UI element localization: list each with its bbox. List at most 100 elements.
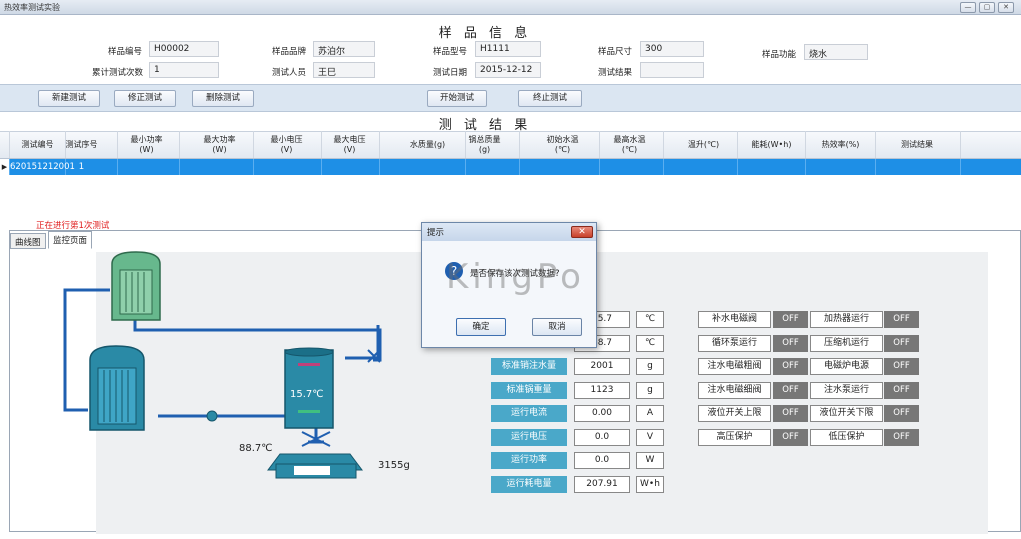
row-pointer-icon: ▶	[0, 159, 10, 175]
column-header[interactable]: 最大电压 (V)	[320, 131, 380, 158]
row-selector-header	[0, 131, 10, 158]
table-cell	[874, 159, 961, 175]
reading-label: 运行功率	[491, 452, 567, 469]
switch-label: 注水电磁细阀	[698, 381, 771, 399]
dialog-ok-button[interactable]: 确定	[456, 318, 506, 336]
tester-field[interactable]: 王巳	[313, 62, 375, 78]
table-cell	[320, 159, 380, 175]
dialog-close-button[interactable]: ✕	[571, 226, 593, 238]
edit-test-button[interactable]: 修正测试	[114, 90, 176, 107]
sample-brand-label: 样品品牌	[272, 47, 307, 57]
table-cell	[738, 159, 806, 175]
water-tank-icon	[89, 345, 145, 431]
column-header[interactable]: 锅总质量 (g)	[450, 131, 520, 158]
reading-label: 标准锅重量	[491, 381, 567, 399]
switch-label: 循环泵运行	[698, 334, 771, 352]
reading-label: 运行电流	[491, 405, 567, 422]
column-header[interactable]: 最高水温 (℃)	[596, 131, 664, 158]
table-cell	[806, 159, 876, 175]
start-test-button[interactable]: 开始测试	[427, 90, 487, 107]
status-badge: OFF	[884, 311, 919, 328]
tester-label: 测试人员	[272, 68, 307, 78]
table-cell	[450, 159, 520, 175]
results-table: 测试编号 测试序号 最小功率 (W) 最大功率 (W) 最小电压 (V) 最大电压 (V)…	[0, 131, 1021, 175]
status-badge: OFF	[773, 428, 808, 446]
stop-test-button[interactable]: 终止测试	[518, 90, 582, 107]
status-badge: OFF	[884, 381, 919, 399]
equipment-diagram	[63, 251, 382, 479]
table-cell	[596, 159, 664, 175]
reading-label: 运行电压	[491, 428, 567, 446]
column-header[interactable]: 最小功率 (W)	[114, 131, 180, 158]
restore-button[interactable]: ▢	[979, 2, 995, 13]
table-cell	[670, 159, 738, 175]
scale-weight-readout: 3155g	[378, 460, 410, 471]
sample-function-label: 样品功能	[762, 50, 797, 60]
table-cell: 1	[46, 159, 118, 175]
column-header[interactable]: 热效率(%)	[806, 131, 876, 158]
table-cell	[114, 159, 180, 175]
reading-unit: W	[636, 452, 664, 469]
column-header[interactable]: 测试序号	[46, 131, 118, 158]
sample-size-field[interactable]: 300	[640, 41, 704, 57]
reading-value: 0.0	[574, 428, 630, 446]
table-cell	[186, 159, 254, 175]
column-header[interactable]: 测试结果	[874, 131, 961, 158]
test-count-label: 累计测试次数	[92, 68, 144, 78]
switch-label: 低压保护	[810, 428, 883, 446]
tab-curve[interactable]: 曲线图	[10, 233, 46, 249]
sample-model-label: 样品型号	[433, 47, 468, 57]
column-header[interactable]: 能耗(W•h)	[738, 131, 806, 158]
reading-unit: ℃	[636, 311, 664, 328]
delete-test-button[interactable]: 删除测试	[192, 90, 254, 107]
reading-value: 1123	[574, 381, 630, 399]
reading-unit: g	[636, 358, 664, 375]
switch-label: 液位开关下限	[810, 405, 883, 422]
test-result-label: 测试结果	[598, 68, 633, 78]
switch-label: 补水电磁阀	[698, 311, 771, 328]
switch-label: 注水泵运行	[810, 381, 883, 399]
status-badge: OFF	[773, 334, 808, 352]
dialog-cancel-button[interactable]: 取消	[532, 318, 582, 336]
status-badge: OFF	[884, 358, 919, 375]
tab-monitor[interactable]: 监控页面	[48, 231, 93, 249]
minimize-button[interactable]: —	[960, 2, 976, 13]
sample-model-field[interactable]: H1111	[475, 41, 541, 57]
switch-label: 液位开关上限	[698, 405, 771, 422]
tank-temp-readout: 15.7℃	[290, 389, 324, 400]
reading-unit: ℃	[636, 334, 664, 352]
table-row[interactable]: ▶ 620151212001 1	[0, 159, 1021, 175]
init-temp-readout: 88.7℃	[239, 443, 273, 454]
reading-label: 运行耗电量	[491, 475, 567, 493]
switch-label: 压缩机运行	[810, 334, 883, 352]
window-title: 热效率测试实验	[4, 3, 60, 12]
sample-code-field[interactable]: H00002	[149, 41, 219, 57]
reading-value: 0.0	[574, 452, 630, 469]
status-badge: OFF	[773, 405, 808, 422]
column-header[interactable]: 最大功率 (W)	[186, 131, 254, 158]
sample-size-label: 样品尺寸	[598, 47, 633, 57]
reading-value: 207.91	[574, 475, 630, 493]
boiler-tank-icon	[284, 347, 334, 429]
column-header[interactable]: 温升(℃)	[670, 131, 738, 158]
status-badge: OFF	[773, 381, 808, 399]
reading-value: 0.00	[574, 405, 630, 422]
test-date-field[interactable]: 2015-12-12	[475, 62, 541, 78]
sample-function-field[interactable]: 烧水	[804, 44, 868, 60]
test-result-field[interactable]	[640, 62, 704, 78]
dialog-title: 提示	[422, 223, 596, 241]
column-header[interactable]: 初始水温 (℃)	[526, 131, 600, 158]
new-test-button[interactable]: 新建测试	[38, 90, 100, 107]
toolbar: 新建测试 修正测试 删除测试 开始测试 终止测试	[0, 84, 1021, 112]
reading-unit: W•h	[636, 475, 664, 493]
status-badge: OFF	[773, 311, 808, 328]
close-button[interactable]: ✕	[998, 2, 1014, 13]
watermark-logo: KingPo	[446, 257, 585, 297]
column-header[interactable]: 最小电压 (V)	[252, 131, 322, 158]
test-count-field[interactable]: 1	[149, 62, 219, 78]
sample-section-title: 样 品 信 息	[438, 26, 532, 41]
switch-label: 注水电磁粗阀	[698, 358, 771, 375]
sample-brand-field[interactable]: 苏泊尔	[313, 41, 375, 57]
switch-label: 电磁炉电源	[810, 358, 883, 375]
reading-label: 标准销注水量	[491, 358, 567, 375]
